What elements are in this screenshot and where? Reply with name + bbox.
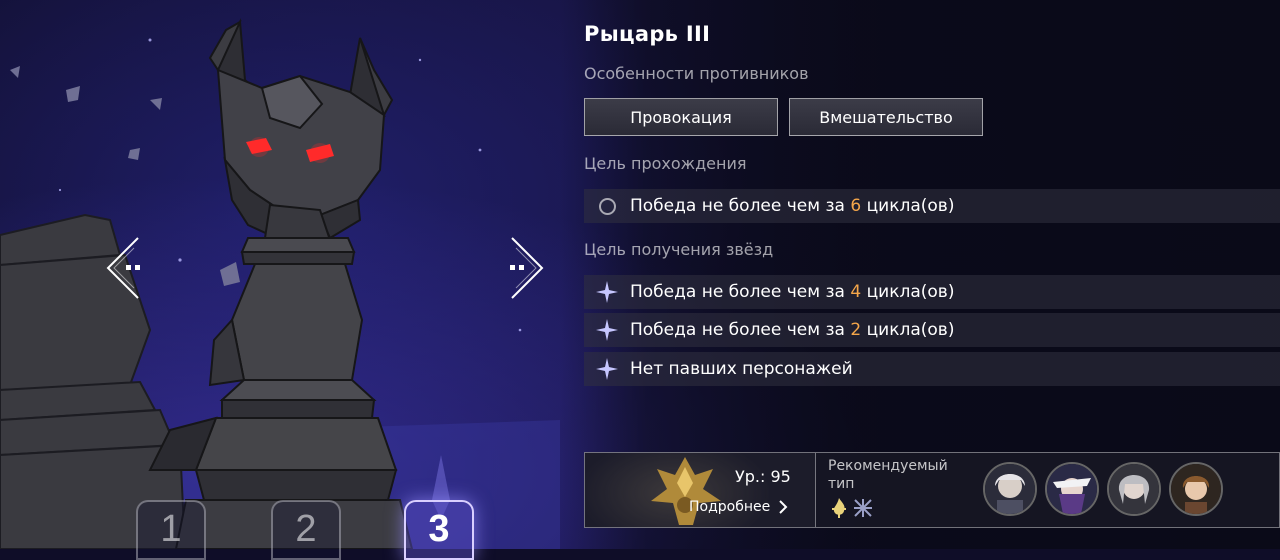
stage-1-tab[interactable]: 1 (136, 500, 206, 560)
boss-details-link[interactable]: Подробнее (689, 499, 788, 515)
boss-level: Ур.: 95 (735, 467, 791, 486)
star-goal-row: Победа не более чем за 2 цикла(ов) (584, 313, 1280, 347)
feature-interference-button[interactable]: Вмешательство (789, 98, 983, 136)
recommended-type-icons (828, 497, 874, 519)
star-icon (584, 280, 630, 304)
star-goal-label: Цель получения звёзд (584, 240, 774, 259)
avatar[interactable] (1169, 462, 1223, 516)
feature-provocation-label: Провокация (630, 107, 732, 127)
star-goal-text: Победа не более чем за 2 цикла(ов) (630, 320, 955, 340)
stage-3-tab[interactable]: 3 (404, 500, 474, 560)
fire-icon (832, 498, 846, 518)
star-goal-text: Победа не более чем за 4 цикла(ов) (630, 282, 955, 302)
quantum-icon (854, 499, 872, 517)
boss-portrait (651, 457, 721, 525)
stage-title: Рыцарь III (584, 22, 711, 46)
recommended-characters (983, 462, 1223, 516)
enemy-features-label: Особенности противников (584, 64, 809, 83)
recommended-type-label: Рекомендуемый тип (828, 458, 948, 492)
stage-2-tab[interactable]: 2 (271, 500, 341, 560)
feature-provocation-button[interactable]: Провокация (584, 98, 778, 136)
clear-goal-label: Цель прохождения (584, 154, 747, 173)
clear-goal-text: Победа не более чем за 6 цикла(ов) (630, 196, 955, 216)
star-goal-text: Нет павших персонажей (630, 359, 853, 379)
boss-details-label: Подробнее (689, 499, 771, 515)
stage-2-label: 2 (295, 508, 317, 550)
chevron-right-icon (510, 237, 544, 299)
avatar[interactable] (1107, 462, 1161, 516)
boss-card[interactable]: Ур.: 95 Подробнее (585, 453, 816, 527)
avatar[interactable] (983, 462, 1037, 516)
recommended-type: Рекомендуемый тип (816, 453, 990, 527)
star-icon (584, 357, 630, 381)
circle-icon (584, 197, 630, 215)
chevron-left-icon (106, 237, 140, 299)
chevron-right-icon (779, 500, 788, 514)
prev-stage-button[interactable] (104, 236, 152, 300)
next-stage-button[interactable] (498, 236, 546, 300)
star-goal-row: Нет павших персонажей (584, 352, 1280, 386)
star-icon (584, 318, 630, 342)
feature-interference-label: Вмешательство (819, 107, 953, 127)
clear-goal-row: Победа не более чем за 6 цикла(ов) (584, 189, 1280, 223)
boss-info-bar: Ур.: 95 Подробнее Рекомендуемый тип (584, 452, 1280, 528)
avatar[interactable] (1045, 462, 1099, 516)
stage-1-label: 1 (160, 508, 182, 550)
stage-3-label: 3 (428, 508, 450, 550)
star-goal-row: Победа не более чем за 4 цикла(ов) (584, 275, 1280, 309)
